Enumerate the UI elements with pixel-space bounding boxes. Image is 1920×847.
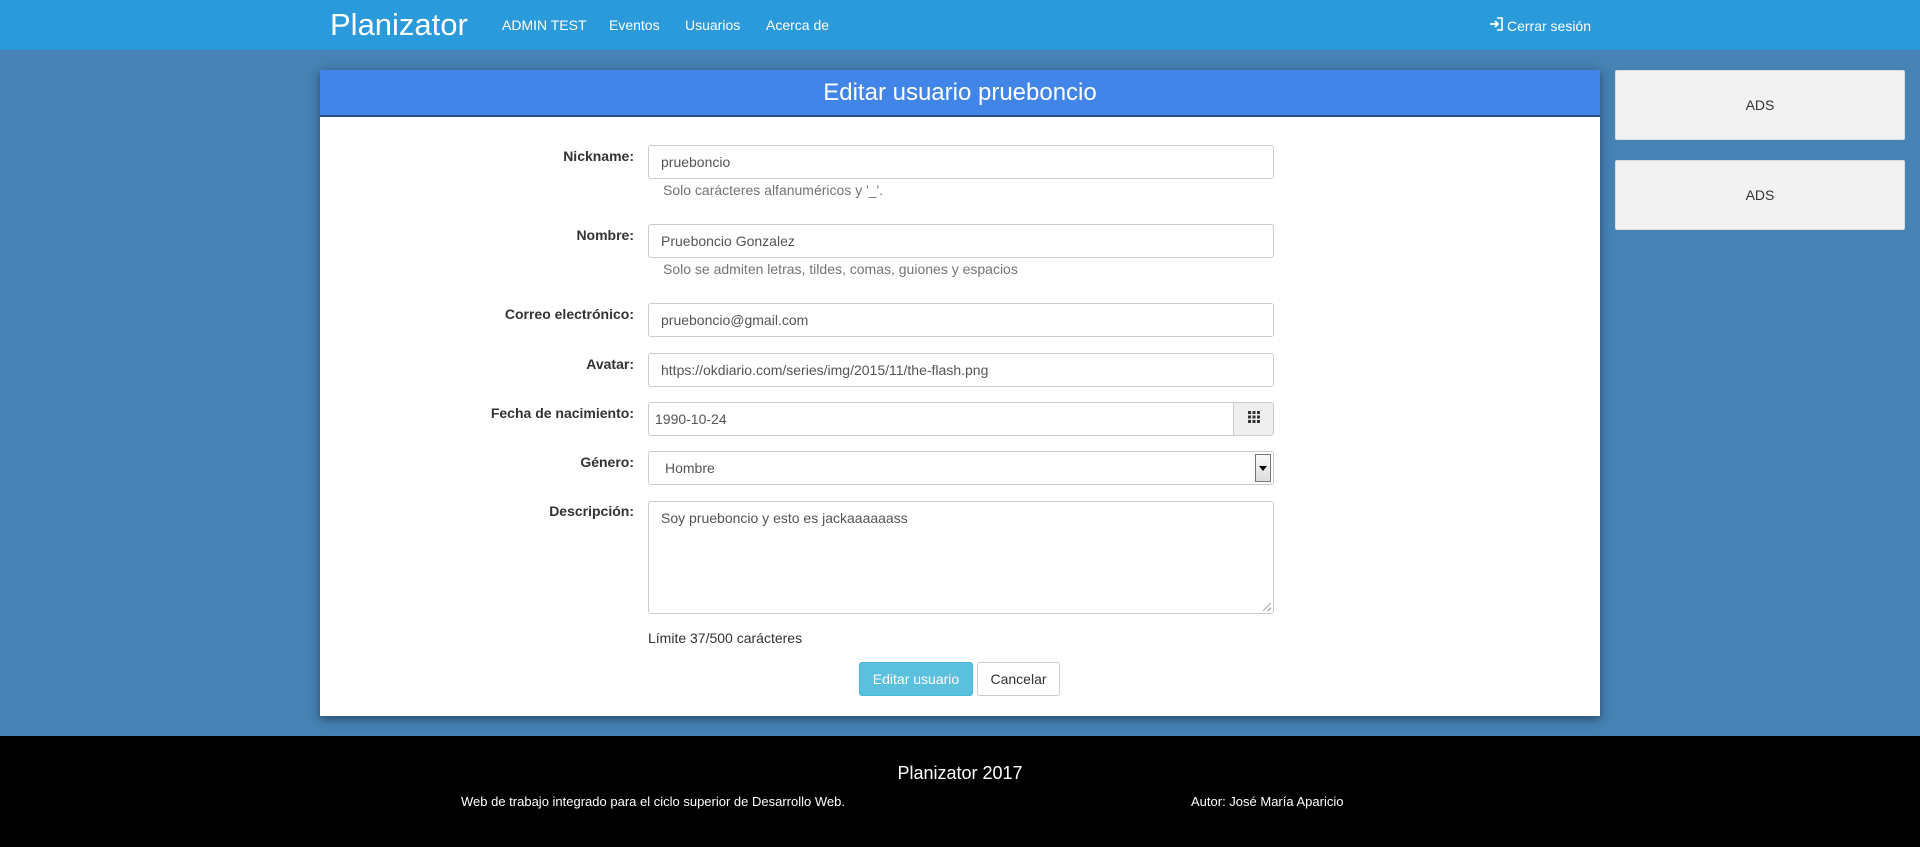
description-label: Descripción:	[549, 503, 634, 519]
cancel-button[interactable]: Cancelar	[977, 662, 1060, 696]
gender-selected-value: Hombre	[665, 460, 715, 476]
birthdate-group	[648, 402, 1274, 436]
nav-admin-test[interactable]: ADMIN TEST	[502, 17, 587, 33]
ad-box-1[interactable]: ADS	[1615, 70, 1905, 140]
footer-description: Web de trabajo integrado para el ciclo s…	[461, 794, 845, 809]
email-field[interactable]	[648, 303, 1274, 337]
char-limit-counter: Límite 37/500 carácteres	[648, 630, 803, 646]
panel-header: Editar usuario prueboncio	[320, 70, 1600, 117]
edit-user-button[interactable]: Editar usuario	[859, 662, 973, 696]
avatar-label: Avatar:	[586, 356, 634, 372]
footer-title: Planizator 2017	[897, 763, 1023, 783]
logout-link[interactable]: Cerrar sesión	[1489, 17, 1591, 34]
description-textarea[interactable]: Soy prueboncio y esto es jackaaaaaass	[648, 501, 1274, 614]
page-title: Editar usuario prueboncio	[823, 78, 1097, 106]
ad-box-2[interactable]: ADS	[1615, 160, 1905, 230]
ad-label: ADS	[1745, 187, 1775, 203]
nickname-help: Solo carácteres alfanuméricos y '_'.	[663, 182, 884, 198]
nickname-input[interactable]	[648, 145, 1274, 179]
nickname-label: Nickname:	[563, 148, 634, 164]
nav-acerca-de[interactable]: Acerca de	[766, 17, 829, 33]
ad-label: ADS	[1745, 97, 1775, 113]
edit-user-panel: Editar usuario prueboncio Nickname: Solo…	[320, 70, 1600, 716]
nav-usuarios[interactable]: Usuarios	[685, 17, 740, 33]
sign-out-icon	[1489, 17, 1503, 34]
brand-logo[interactable]: Planizator	[330, 7, 468, 43]
birthdate-input[interactable]	[649, 403, 1233, 435]
calendar-button[interactable]	[1233, 403, 1273, 435]
navbar: Planizator ADMIN TEST Eventos Usuarios A…	[0, 0, 1920, 50]
chevron-down-icon	[1255, 454, 1271, 482]
birthdate-label: Fecha de nacimiento:	[490, 405, 634, 421]
footer-author: Autor: José María Aparicio	[1191, 794, 1344, 809]
nombre-input[interactable]	[648, 224, 1274, 258]
description-text: Soy prueboncio y esto es jackaaaaaass	[661, 510, 908, 526]
gender-select[interactable]: Hombre	[648, 451, 1274, 485]
nombre-label: Nombre:	[576, 227, 634, 243]
calendar-grid-icon	[1247, 410, 1260, 428]
nombre-help: Solo se admiten letras, tildes, comas, g…	[663, 261, 1018, 277]
nav-eventos[interactable]: Eventos	[609, 17, 660, 33]
footer: Planizator 2017 Web de trabajo integrado…	[0, 736, 1920, 847]
gender-label: Género:	[580, 454, 634, 470]
avatar-url-input[interactable]	[648, 353, 1274, 387]
email-label: Correo electrónico:	[504, 306, 634, 322]
logout-label: Cerrar sesión	[1506, 17, 1591, 34]
resize-grip-icon[interactable]	[1263, 603, 1271, 611]
